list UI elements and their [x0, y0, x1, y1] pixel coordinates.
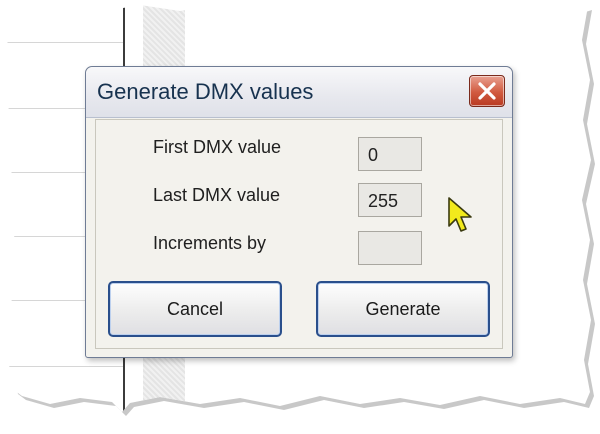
cancel-button[interactable]: Cancel	[108, 281, 282, 337]
close-button[interactable]	[469, 75, 505, 107]
close-icon	[478, 82, 496, 100]
increments-label: Increments by	[153, 233, 267, 253]
dialog-title: Generate DMX values	[97, 79, 314, 104]
grid-line	[0, 42, 123, 43]
dialog-titlebar[interactable]: Generate DMX values	[86, 67, 512, 118]
first-dmx-label: First DMX value	[153, 137, 282, 157]
first-dmx-input[interactable]: 0	[358, 137, 422, 171]
grid-line	[0, 366, 123, 367]
generate-button[interactable]: Generate	[316, 281, 490, 337]
mouse-pointer-icon	[448, 197, 472, 232]
last-dmx-label: Last DMX value	[153, 185, 281, 205]
increments-input[interactable]	[358, 231, 422, 265]
last-dmx-input[interactable]: 255	[358, 183, 422, 217]
